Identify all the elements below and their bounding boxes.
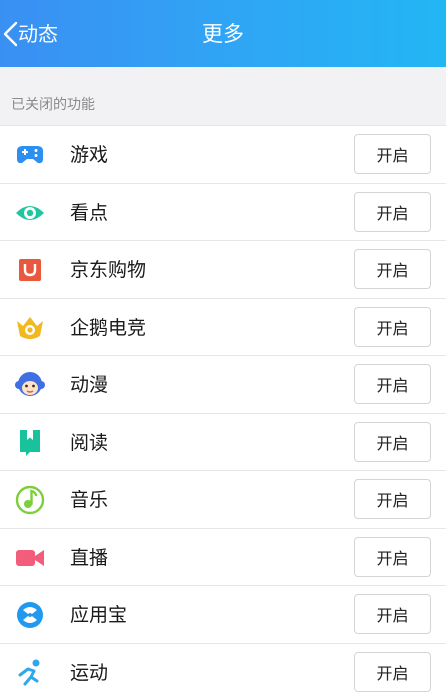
- enable-button[interactable]: 开启: [354, 307, 431, 347]
- section-header: 已关闭的功能: [0, 67, 446, 125]
- enable-button[interactable]: 开启: [354, 479, 431, 519]
- app-store-icon: [14, 599, 46, 631]
- list-item-sports: 运动 开启: [0, 643, 446, 700]
- item-label: 应用宝: [70, 600, 127, 630]
- list-item-anime: 动漫 开启: [0, 355, 446, 413]
- item-label: 音乐: [70, 485, 108, 515]
- item-label: 运动: [70, 658, 108, 688]
- shopping-bag-icon: [14, 254, 46, 286]
- enable-button[interactable]: 开启: [354, 249, 431, 289]
- running-icon: [14, 657, 46, 689]
- item-label: 阅读: [70, 428, 108, 458]
- item-label: 京东购物: [70, 255, 146, 285]
- item-label: 企鹅电竞: [70, 313, 146, 343]
- item-label: 游戏: [70, 140, 108, 170]
- list-item-jd-shopping: 京东购物 开启: [0, 240, 446, 298]
- item-label: 动漫: [70, 370, 108, 400]
- top-nav-bar: 动态 更多: [0, 0, 446, 67]
- list-item-music: 音乐 开启: [0, 470, 446, 528]
- list-item-game: 游戏 开启: [0, 125, 446, 183]
- feature-list: 游戏 开启 看点 开启 京东购物 开启 企鹅电竞 开启: [0, 125, 446, 700]
- music-note-icon: [14, 484, 46, 516]
- list-item-esports: 企鹅电竞 开启: [0, 298, 446, 356]
- video-camera-icon: [14, 542, 46, 574]
- book-icon: [14, 427, 46, 459]
- page-title: 更多: [0, 18, 446, 50]
- enable-button[interactable]: 开启: [354, 134, 431, 174]
- monkey-icon: [14, 369, 46, 401]
- list-item-reading: 阅读 开启: [0, 413, 446, 471]
- crown-icon: [14, 312, 46, 344]
- enable-button[interactable]: 开启: [354, 192, 431, 232]
- list-item-live: 直播 开启: [0, 528, 446, 586]
- enable-button[interactable]: 开启: [354, 422, 431, 462]
- enable-button[interactable]: 开启: [354, 537, 431, 577]
- item-label: 看点: [70, 198, 108, 228]
- section-title: 已关闭的功能: [11, 94, 95, 114]
- enable-button[interactable]: 开启: [354, 364, 431, 404]
- list-item-kandian: 看点 开启: [0, 183, 446, 241]
- eye-icon: [14, 197, 46, 229]
- enable-button[interactable]: 开启: [354, 652, 431, 692]
- enable-button[interactable]: 开启: [354, 594, 431, 634]
- item-label: 直播: [70, 543, 108, 573]
- list-item-app-store: 应用宝 开启: [0, 585, 446, 643]
- gamepad-icon: [14, 139, 46, 171]
